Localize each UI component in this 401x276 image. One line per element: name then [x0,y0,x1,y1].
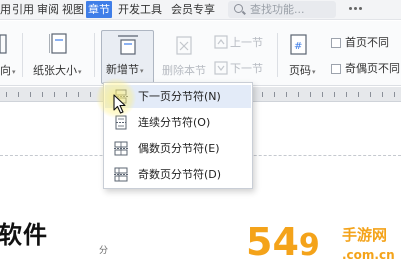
site-watermark: 549 手游网 .com.cn [246,220,398,274]
more-icon[interactable] [349,7,363,10]
ribbon-separator [277,33,278,77]
delete-section-icon [176,36,192,55]
orientation-label[interactable]: 向▾ [0,64,16,79]
menu-item-label: 偶数页分节符(E) [138,142,220,155]
menu-item-label: 奇数页分节符(D) [138,168,222,181]
watermark-site-name: 手游网 [342,226,388,244]
new-section-button[interactable]: 新增节▾ [101,30,154,84]
menu-item-section[interactable]: 章节 [86,1,112,18]
odd-even-diff-checkbox[interactable] [331,64,341,74]
orientation-icon[interactable] [0,33,8,55]
new-section-label: 新增节▾ [106,63,144,76]
first-page-diff-label: 首页不同 [345,36,389,49]
page-number-button[interactable]: 页码▾ [289,64,316,79]
menu-item-view[interactable]: 视图 [62,1,84,18]
menu-item-layout[interactable]: 用 [0,1,11,18]
document-heading: 软件 [0,221,48,249]
next-section-icon [214,61,228,75]
menu-item-even-page-break[interactable]: 偶数页分节符(E) [105,137,251,160]
new-section-icon [118,35,138,55]
search-placeholder: 查找功能... [250,3,305,16]
paper-size-button[interactable]: 纸张大小▾ [33,64,82,79]
menu-item-odd-page-break[interactable]: 奇数页分节符(D) [105,163,251,186]
menu-item-review[interactable]: 审阅 [37,1,59,18]
search-box[interactable]: 查找功能... [228,1,336,18]
menu-item-references[interactable]: 引用 [12,1,34,18]
next-section-button: 下一节 [230,62,263,75]
even-page-break-icon [114,141,128,156]
watermark-url: .com.cn [342,248,395,262]
page-number-icon[interactable]: # [289,33,309,57]
prev-section-icon [214,35,228,49]
menu-item-member[interactable]: 会员专享 [171,1,215,18]
search-icon [234,4,243,13]
paper-size-icon[interactable] [49,32,69,56]
first-page-diff-checkbox[interactable] [331,38,341,48]
odd-even-diff-label: 奇偶页不同 [345,62,400,75]
watermark-number: 549 [246,220,320,264]
odd-page-break-icon [114,167,128,182]
menu-item-label: 下一页分节符(N) [138,90,221,103]
prev-section-button: 上一节 [230,36,263,49]
ribbon-toolbar: 向▾ 纸张大小▾ 新增节▾ 删除本节 上一节 下一节 # 页码▾ 首页不同 奇偶… [0,21,401,86]
ribbon-separator [22,33,23,77]
svg-text:#: # [294,41,302,52]
menu-bar: 用 引用 审阅 视图 章节 开发工具 会员专享 查找功能... [0,0,401,20]
document-text-fragment: 分 [99,246,109,256]
mouse-cursor-icon [113,94,126,114]
delete-section-button: 删除本节 [162,64,206,77]
ribbon-separator [94,33,95,77]
menu-item-developer-tools[interactable]: 开发工具 [118,1,162,18]
menu-item-label: 连续分节符(O) [138,116,211,129]
